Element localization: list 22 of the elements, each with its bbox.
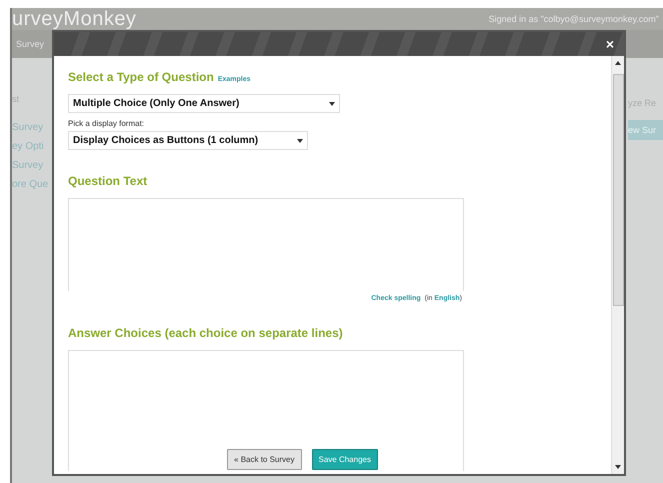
- sidebar-link[interactable]: Survey: [12, 160, 54, 171]
- back-button[interactable]: « Back to Survey: [227, 448, 302, 470]
- format-label: Pick a display format:: [68, 119, 146, 128]
- sidebar-link[interactable]: ey Opti: [12, 141, 54, 152]
- section-heading: Question Text: [68, 174, 148, 188]
- scroll-down-icon[interactable]: [614, 463, 622, 471]
- nav-tab[interactable]: Survey: [16, 39, 44, 49]
- signed-in-text: Signed in as "colbyo@surveymonkey.com": [488, 14, 659, 24]
- caret-icon: [297, 138, 303, 142]
- sidebar-link[interactable]: ore Que: [12, 179, 54, 190]
- scrollbar[interactable]: [611, 56, 624, 474]
- view-survey-button[interactable]: ew Sur: [628, 120, 663, 140]
- sidebar-link[interactable]: Survey: [12, 122, 54, 133]
- save-button[interactable]: Save Changes: [312, 448, 378, 470]
- section-heading: Answer Choices (each choice on separate lines): [68, 326, 343, 340]
- question-type-select[interactable]: Multiple Choice (Only One Answer): [68, 94, 340, 113]
- question-text-field[interactable]: [68, 198, 464, 291]
- logo: urveyMonkey: [12, 8, 136, 30]
- display-format-select[interactable]: Display Choices as Buttons (1 column): [68, 131, 308, 150]
- section-heading: Select a Type of Question: [68, 70, 214, 84]
- close-button[interactable]: ×: [602, 36, 618, 52]
- caret-icon: [329, 102, 335, 106]
